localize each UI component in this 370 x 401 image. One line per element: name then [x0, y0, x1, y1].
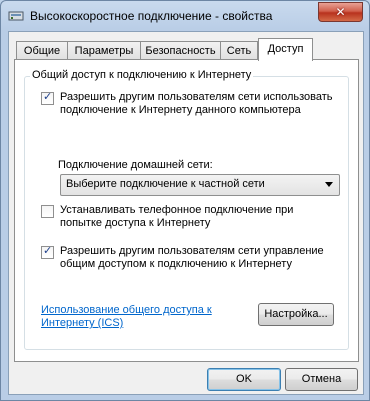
properties-dialog: Высокоскоростное подключение - свойства …: [0, 0, 370, 401]
chevron-down-icon: [325, 182, 333, 187]
title-bar[interactable]: Высокоскоростное подключение - свойства …: [1, 1, 369, 31]
dial-on-demand-row[interactable]: Устанавливать телефонное подключение при…: [41, 204, 336, 230]
dialog-client-area: Общие Параметры Безопасность Сеть Доступ…: [8, 31, 364, 395]
tab-options[interactable]: Параметры: [67, 41, 141, 60]
dial-on-demand-label: Устанавливать телефонное подключение при…: [60, 204, 294, 229]
allow-control-row[interactable]: ✓ Разрешить другим пользователям сети уп…: [41, 244, 336, 271]
checkmark-icon: ✓: [43, 244, 53, 257]
cancel-button[interactable]: Отмена: [285, 368, 358, 391]
close-icon: ✕: [335, 5, 346, 19]
tab-sharing[interactable]: Доступ: [258, 38, 313, 61]
window-title: Высокоскоростное подключение - свойства: [30, 9, 273, 23]
network-connection-icon: [8, 11, 24, 21]
allow-sharing-label: Разрешить другим пользователям сети испо…: [60, 91, 333, 116]
allow-sharing-row[interactable]: ✓ Разрешить другим пользователям сети ис…: [41, 90, 336, 117]
home-network-select[interactable]: Выберите подключение к частной сети: [60, 174, 340, 196]
dial-on-demand-checkbox[interactable]: [41, 205, 54, 218]
home-network-label: Подключение домашней сети:: [58, 159, 213, 171]
sharing-tab-page: Общий доступ к подключению к Интернету ✓…: [14, 59, 359, 362]
ics-help-link[interactable]: Использование общего доступа к Интернету…: [41, 304, 241, 330]
close-button[interactable]: ✕: [318, 2, 363, 22]
tab-network[interactable]: Сеть: [220, 41, 258, 60]
tab-strip: Общие Параметры Безопасность Сеть Доступ: [14, 38, 359, 61]
tab-general[interactable]: Общие: [16, 41, 68, 60]
ics-group: Общий доступ к подключению к Интернету ✓…: [24, 69, 349, 350]
allow-control-label: Разрешить другим пользователям сети упра…: [60, 245, 324, 270]
home-network-select-value: Выберите подключение к частной сети: [66, 178, 265, 190]
tab-security[interactable]: Безопасность: [140, 41, 221, 60]
settings-button[interactable]: Настройка...: [258, 303, 334, 326]
ics-group-label: Общий доступ к подключению к Интернету: [30, 69, 254, 81]
allow-sharing-checkbox[interactable]: ✓: [41, 90, 54, 105]
allow-control-checkbox[interactable]: ✓: [41, 244, 54, 259]
ok-button[interactable]: OK: [207, 368, 281, 391]
checkmark-icon: ✓: [43, 90, 53, 103]
